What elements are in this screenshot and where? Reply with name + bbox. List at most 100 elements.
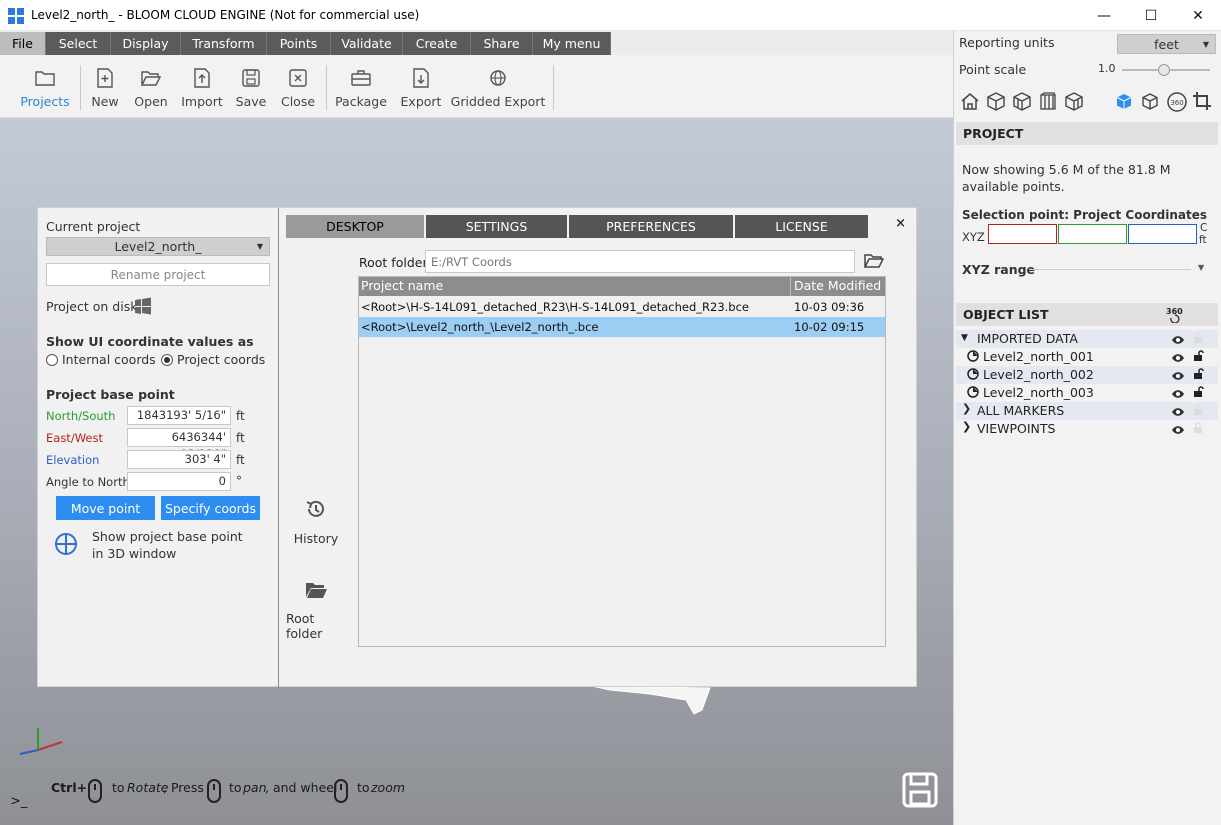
tab-preferences[interactable]: PREFERENCES	[569, 215, 735, 238]
reporting-units-dropdown[interactable]: feet ▼	[1117, 34, 1216, 54]
eye-icon[interactable]	[1171, 369, 1185, 384]
hint-rotate-prefix: to	[112, 780, 125, 795]
close-window-button[interactable]: ✕	[1175, 0, 1221, 31]
360-toggle-icon[interactable]: 360	[1165, 305, 1185, 326]
object-group-imported[interactable]: ▼ IMPORTED DATA	[956, 330, 1218, 348]
dialog-close-button[interactable]: ×	[895, 216, 906, 231]
eye-icon[interactable]	[1171, 387, 1185, 402]
lock-icon[interactable]	[1192, 332, 1204, 347]
elevation-field[interactable]: 303' 4"	[127, 450, 231, 469]
lock-icon[interactable]	[1192, 422, 1204, 437]
column-date-modified[interactable]: Date Modified	[794, 278, 881, 293]
360-view-icon[interactable]: 360	[1166, 91, 1188, 116]
menu-points[interactable]: Points	[267, 32, 331, 55]
menu-transform[interactable]: Transform	[181, 32, 267, 55]
current-project-dropdown[interactable]: Level2_north_ ▼	[46, 237, 270, 256]
x-coordinate-field[interactable]	[988, 224, 1057, 244]
tab-desktop[interactable]: DESKTOP	[286, 215, 426, 238]
move-point-button[interactable]: Move point	[56, 496, 155, 520]
east-west-unit: ft	[236, 431, 245, 445]
open-button[interactable]: Open	[133, 55, 169, 118]
tab-license[interactable]: LICENSE	[735, 215, 868, 238]
east-west-field[interactable]: 6436344' 93/128"	[127, 428, 231, 461]
console-prompt[interactable]: >_	[10, 794, 27, 809]
menu-file[interactable]: File	[0, 32, 46, 55]
expand-down-icon[interactable]: ▼	[961, 333, 968, 343]
north-south-field[interactable]: 1843193' 5/16"	[127, 406, 231, 425]
menu-select[interactable]: Select	[46, 32, 111, 55]
selection-point-label: Selection point: Project Coordinates	[962, 208, 1207, 222]
angle-to-north-field[interactable]: 0	[127, 472, 231, 491]
column-project-name[interactable]: Project name	[361, 278, 443, 293]
coord-c-label: C	[1200, 222, 1208, 234]
eye-icon[interactable]	[1171, 351, 1185, 366]
save-icon	[240, 67, 262, 89]
save-button[interactable]: Save	[233, 55, 269, 118]
package-button[interactable]: Package	[335, 55, 387, 118]
gridded-export-button[interactable]: Gridded Export	[451, 55, 545, 118]
menu-my-menu[interactable]: My menu	[533, 32, 611, 55]
lock-icon[interactable]	[1192, 404, 1204, 419]
export-button[interactable]: Export	[399, 55, 443, 118]
cube-front-view-icon[interactable]	[1012, 91, 1032, 114]
expand-right-icon[interactable]: ❯	[962, 402, 971, 415]
z-coordinate-field[interactable]	[1128, 224, 1197, 244]
root-folder-input[interactable]	[425, 250, 855, 273]
menu-share[interactable]: Share	[471, 32, 533, 55]
expand-right-icon[interactable]: ❯	[962, 420, 971, 433]
minimize-button[interactable]: —	[1081, 0, 1127, 31]
y-coordinate-field[interactable]	[1058, 224, 1127, 244]
orbit-view-icon[interactable]	[1140, 91, 1160, 114]
point-scale-slider[interactable]	[1122, 64, 1210, 76]
close-project-button[interactable]: Close	[279, 55, 317, 118]
unlock-icon[interactable]	[1192, 386, 1204, 401]
cube-solid-view-icon[interactable]	[1114, 91, 1134, 114]
browse-folder-icon[interactable]	[863, 253, 885, 272]
windows-explorer-icon[interactable]	[134, 297, 152, 318]
rename-project-button[interactable]: Rename project	[46, 263, 270, 286]
projects-button[interactable]: Projects	[20, 55, 70, 118]
toolbar-divider	[553, 65, 554, 110]
unlock-icon[interactable]	[1192, 368, 1204, 383]
xyz-range-label[interactable]: XYZ range	[962, 262, 1035, 277]
point-scale-slider-knob[interactable]	[1158, 64, 1171, 76]
new-button[interactable]: New	[88, 55, 122, 118]
table-row[interactable]: <Root>\Level2_north_\Level2_north_.bce 1…	[359, 317, 885, 337]
menu-display[interactable]: Display	[111, 32, 181, 55]
tab-settings[interactable]: SETTINGS	[426, 215, 569, 238]
mouse-left-icon	[88, 779, 102, 803]
axis-gizmo-icon	[19, 728, 63, 755]
object-group-markers[interactable]: ❯ ALL MARKERS	[956, 402, 1218, 420]
menu-create[interactable]: Create	[403, 32, 471, 55]
menu-validate[interactable]: Validate	[331, 32, 403, 55]
project-coords-radio[interactable]: Project coords	[161, 352, 265, 367]
history-button[interactable]: History	[286, 498, 346, 546]
object-item[interactable]: Level2_north_001	[956, 348, 1218, 366]
eye-icon[interactable]	[1171, 333, 1185, 348]
import-icon	[191, 67, 213, 89]
unlock-icon[interactable]	[1192, 350, 1204, 365]
eye-icon[interactable]	[1171, 423, 1185, 438]
object-group-viewpoints[interactable]: ❯ VIEWPOINTS	[956, 420, 1218, 438]
import-button[interactable]: Import	[180, 55, 224, 118]
eye-icon[interactable]	[1171, 405, 1185, 420]
object-item[interactable]: Level2_north_003	[956, 384, 1218, 402]
elevation-label: Elevation	[46, 453, 100, 467]
maximize-button[interactable]: ☐	[1128, 0, 1174, 31]
home-view-icon[interactable]	[960, 91, 980, 114]
cube-iso-view-icon[interactable]	[1064, 91, 1084, 114]
cube-top-view-icon[interactable]	[986, 91, 1006, 114]
object-item[interactable]: Level2_north_002	[956, 366, 1218, 384]
specify-coords-button[interactable]: Specify coords	[161, 496, 260, 520]
root-folder-side-button[interactable]: Root folder	[286, 580, 346, 641]
close-label: Close	[280, 94, 316, 109]
app-logo-icon	[8, 8, 24, 24]
cube-side-view-icon[interactable]	[1038, 91, 1058, 114]
crosshair-icon[interactable]	[54, 532, 78, 559]
crop-icon[interactable]	[1192, 91, 1212, 114]
globe-grid-icon	[487, 67, 509, 89]
table-row[interactable]: <Root>\H-S-14L091_detached_R23\H-S-14L09…	[359, 297, 885, 317]
internal-coords-radio[interactable]: Internal coords	[46, 352, 156, 367]
xyz-range-caret-icon[interactable]: ▼	[1198, 263, 1204, 272]
save-view-icon[interactable]	[902, 772, 938, 811]
